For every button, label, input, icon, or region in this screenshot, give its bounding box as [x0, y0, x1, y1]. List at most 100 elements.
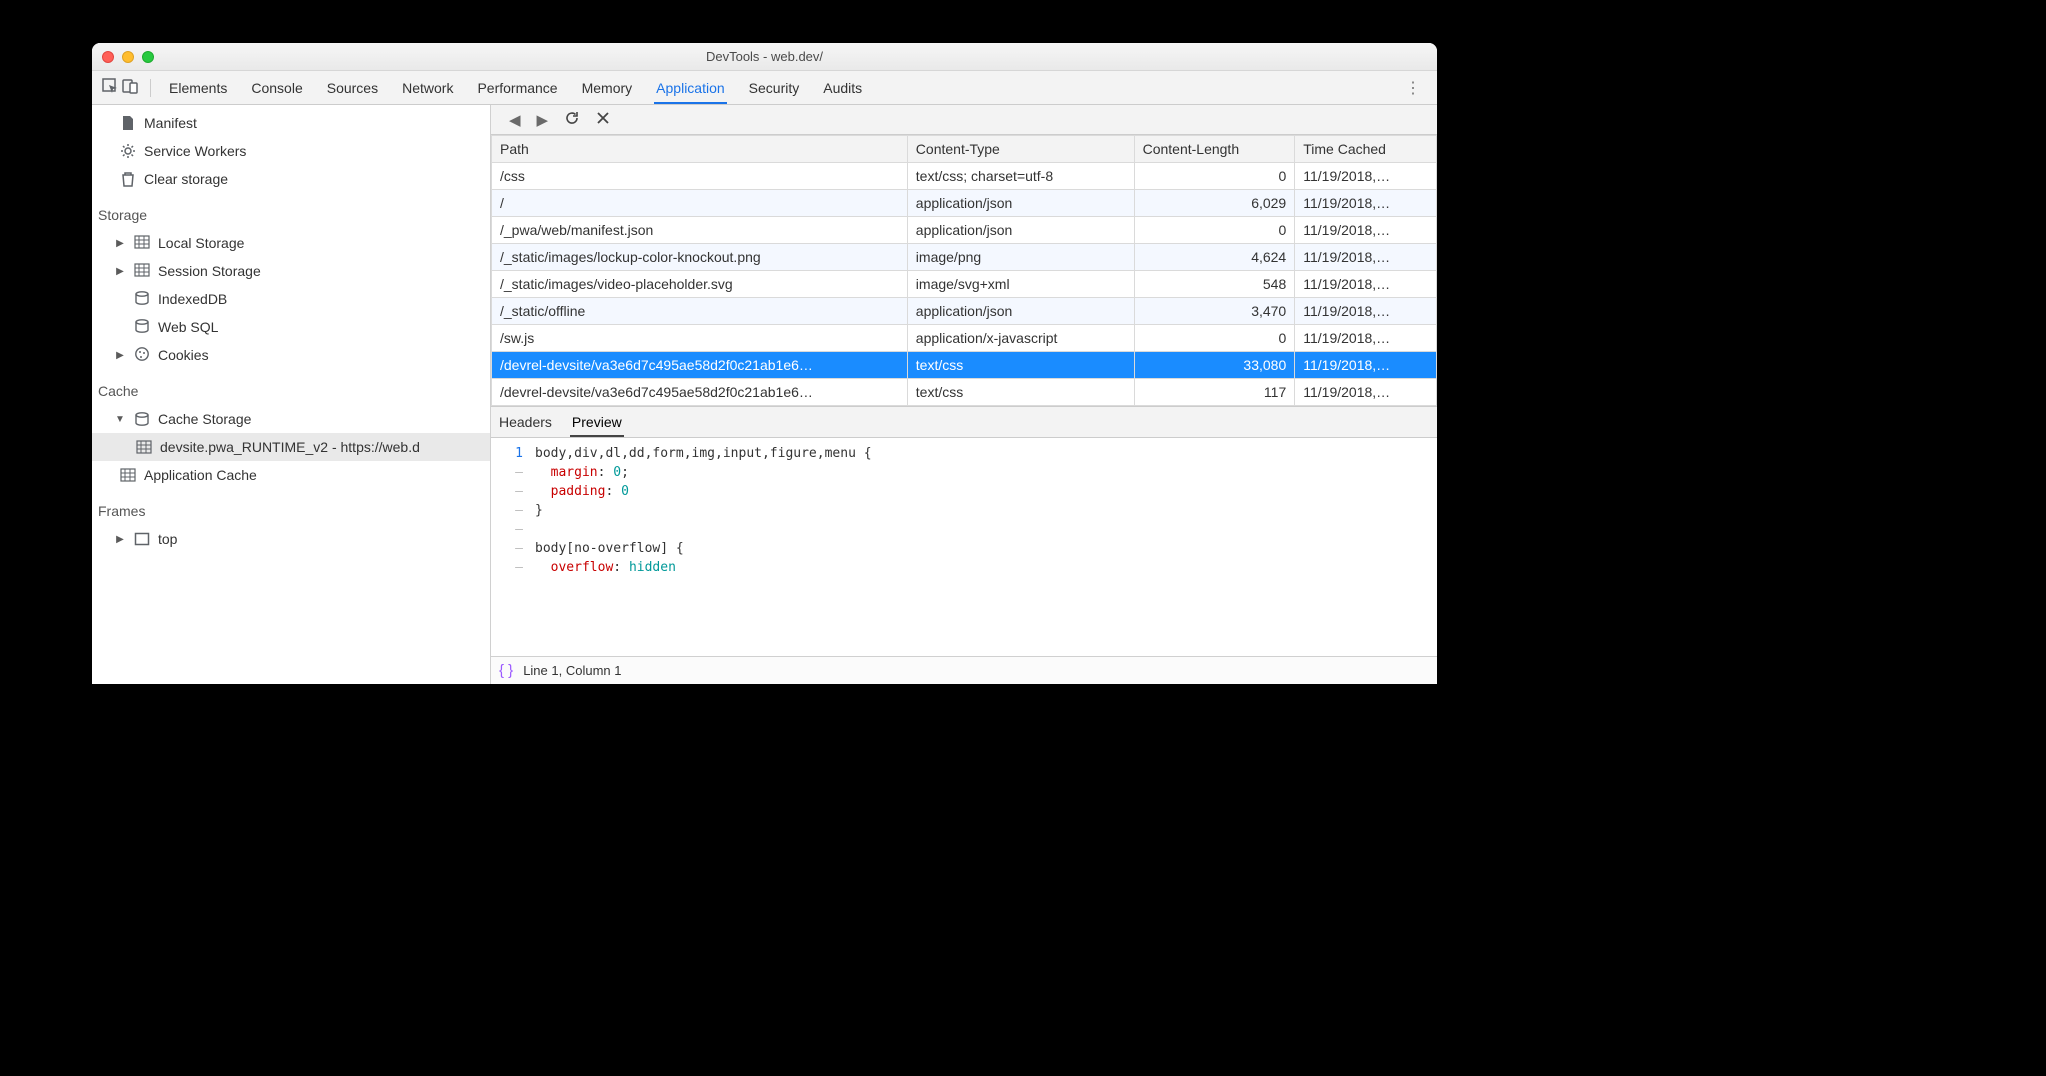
sidebar-item-frame-top[interactable]: ▶ top [92, 525, 490, 553]
table-row[interactable]: /_static/images/video-placeholder.svgima… [492, 271, 1437, 298]
disclosure-triangle-icon[interactable]: ▶ [114, 350, 126, 361]
tab-elements[interactable]: Elements [169, 71, 227, 104]
cell-time: 11/19/2018,… [1295, 190, 1437, 217]
cache-storage-panel: ◀ ▶ Path Content-Type Content-Length Tim… [491, 105, 1437, 684]
cell-ctype: text/css [907, 379, 1134, 406]
cell-ctype: application/x-javascript [907, 325, 1134, 352]
tab-console[interactable]: Console [251, 71, 302, 104]
label: Manifest [144, 115, 197, 131]
cell-time: 11/19/2018,… [1295, 298, 1437, 325]
table-row[interactable]: /devrel-devsite/va3e6d7c495ae58d2f0c21ab… [492, 379, 1437, 406]
delete-icon[interactable] [596, 111, 610, 129]
label: top [158, 531, 177, 547]
inspect-element-icon[interactable] [100, 78, 120, 98]
sidebar-item-clear-storage[interactable]: Clear storage [92, 165, 490, 193]
label: Cookies [158, 347, 209, 363]
cell-path: /_pwa/web/manifest.json [492, 217, 908, 244]
sidebar-item-service-workers[interactable]: Service Workers [92, 137, 490, 165]
tab-audits[interactable]: Audits [823, 71, 862, 104]
disclosure-triangle-icon[interactable]: ▶ [114, 238, 126, 249]
sidebar-item-local-storage[interactable]: ▶Local Storage [92, 229, 490, 257]
more-options-icon[interactable]: ⋮ [1397, 78, 1429, 98]
source-preview[interactable]: 1–––––– body,div,dl,dd,form,img,input,fi… [491, 438, 1437, 656]
grid-icon [134, 262, 150, 281]
tab-memory[interactable]: Memory [582, 71, 633, 104]
cell-time: 11/19/2018,… [1295, 163, 1437, 190]
table-row[interactable]: /sw.jsapplication/x-javascript011/19/201… [492, 325, 1437, 352]
sidebar-item-cache-entry[interactable]: devsite.pwa_RUNTIME_v2 - https://web.d [92, 433, 490, 461]
cell-time: 11/19/2018,… [1295, 325, 1437, 352]
frame-icon [134, 531, 150, 547]
table-row[interactable]: /devrel-devsite/va3e6d7c495ae58d2f0c21ab… [492, 352, 1437, 379]
braces-icon[interactable]: { } [499, 662, 513, 679]
refresh-icon[interactable] [564, 110, 580, 130]
cell-time: 11/19/2018,… [1295, 217, 1437, 244]
cell-clen: 0 [1134, 163, 1295, 190]
sidebar-item-cache-storage[interactable]: ▼ Cache Storage [92, 405, 490, 433]
cell-path: /_static/images/lockup-color-knockout.pn… [492, 244, 908, 271]
cell-time: 11/19/2018,… [1295, 244, 1437, 271]
cell-path: /devrel-devsite/va3e6d7c495ae58d2f0c21ab… [492, 352, 908, 379]
sidebar-item-session-storage[interactable]: ▶Session Storage [92, 257, 490, 285]
table-row[interactable]: /_pwa/web/manifest.jsonapplication/json0… [492, 217, 1437, 244]
sidebar-section-storage: Storage [92, 193, 490, 229]
tab-security[interactable]: Security [749, 71, 800, 104]
cell-path: /_static/offline [492, 298, 908, 325]
cookie-icon [134, 346, 150, 365]
device-mode-icon[interactable] [120, 78, 140, 98]
table-row[interactable]: /application/json6,02911/19/2018,… [492, 190, 1437, 217]
col-path[interactable]: Path [492, 136, 908, 163]
cache-toolbar: ◀ ▶ [491, 105, 1437, 135]
cell-time: 11/19/2018,… [1295, 352, 1437, 379]
label: devsite.pwa_RUNTIME_v2 - https://web.d [160, 439, 420, 455]
tab-preview[interactable]: Preview [572, 407, 622, 437]
cell-clen: 0 [1134, 325, 1295, 352]
col-time[interactable]: Time Cached [1295, 136, 1437, 163]
cursor-position: Line 1, Column 1 [523, 663, 621, 678]
cell-path: /_static/images/video-placeholder.svg [492, 271, 908, 298]
tab-headers[interactable]: Headers [499, 407, 552, 437]
col-clen[interactable]: Content-Length [1134, 136, 1295, 163]
cell-clen: 117 [1134, 379, 1295, 406]
cell-path: /devrel-devsite/va3e6d7c495ae58d2f0c21ab… [492, 379, 908, 406]
table-row[interactable]: /_static/offlineapplication/json3,47011/… [492, 298, 1437, 325]
tab-network[interactable]: Network [402, 71, 453, 104]
cell-ctype: image/png [907, 244, 1134, 271]
cell-ctype: text/css; charset=utf-8 [907, 163, 1134, 190]
disclosure-triangle-icon[interactable]: ▶ [114, 266, 126, 277]
disclosure-triangle-icon[interactable]: ▼ [114, 414, 126, 425]
col-ctype[interactable]: Content-Type [907, 136, 1134, 163]
sidebar-item-manifest[interactable]: Manifest [92, 109, 490, 137]
cell-path: /css [492, 163, 908, 190]
next-button-icon[interactable]: ▶ [537, 111, 549, 129]
grid-icon [120, 467, 136, 483]
grid-icon [136, 439, 152, 455]
cell-clen: 548 [1134, 271, 1295, 298]
cell-path: /sw.js [492, 325, 908, 352]
table-row[interactable]: /csstext/css; charset=utf-8011/19/2018,… [492, 163, 1437, 190]
sidebar-item-application-cache[interactable]: Application Cache [92, 461, 490, 489]
tab-application[interactable]: Application [656, 71, 725, 104]
application-sidebar: Manifest Service Workers Clear storage S… [92, 105, 491, 684]
database-icon [134, 411, 150, 427]
sidebar-item-web-sql[interactable]: Web SQL [92, 313, 490, 341]
file-icon [120, 115, 136, 131]
cell-ctype: application/json [907, 217, 1134, 244]
label: Service Workers [144, 143, 246, 159]
line-gutter: 1–––––– [491, 438, 529, 656]
tab-sources[interactable]: Sources [327, 71, 378, 104]
cell-clen: 6,029 [1134, 190, 1295, 217]
tab-performance[interactable]: Performance [477, 71, 557, 104]
disclosure-triangle-icon[interactable]: ▶ [114, 534, 126, 545]
panel-tabs: Elements Console Sources Network Performance… [169, 71, 1397, 104]
sidebar-item-cookies[interactable]: ▶ Cookies [92, 341, 490, 369]
prev-button-icon[interactable]: ◀ [509, 111, 521, 129]
cell-clen: 0 [1134, 217, 1295, 244]
devtools-window: DevTools - web.dev/ ElementsConsoleSourc… [92, 43, 1437, 684]
cell-path: / [492, 190, 908, 217]
sidebar-item-indexeddb[interactable]: IndexedDB [92, 285, 490, 313]
detail-tabs: Headers Preview [491, 406, 1437, 438]
label: IndexedDB [158, 291, 227, 307]
table-row[interactable]: /_static/images/lockup-color-knockout.pn… [492, 244, 1437, 271]
cache-entries-table: Path Content-Type Content-Length Time Ca… [491, 135, 1437, 406]
